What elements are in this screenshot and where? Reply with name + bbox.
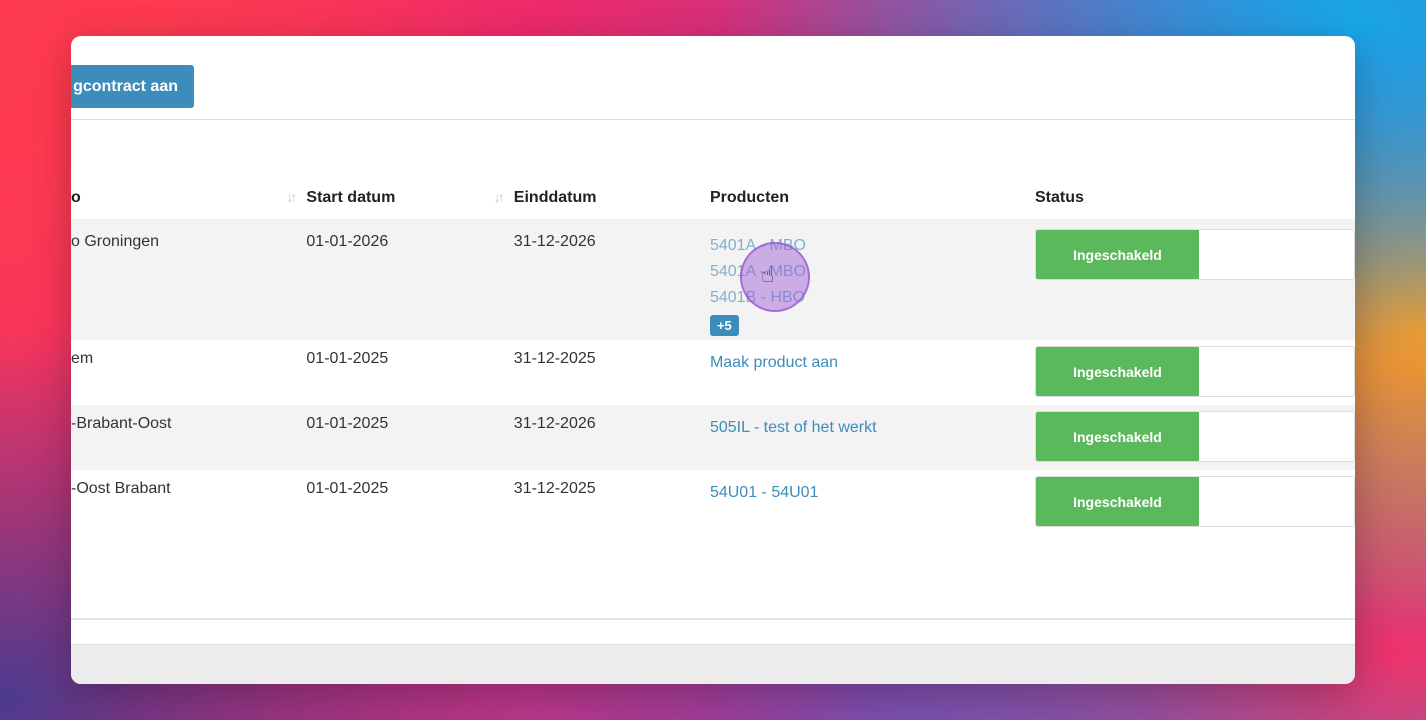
click-highlight-indicator bbox=[740, 242, 810, 312]
table-row: -Brabant-Oost 01-01-2025 31-12-2026 505I… bbox=[71, 405, 1355, 470]
column-header-end-date[interactable]: Einddatum bbox=[514, 176, 710, 219]
status-toggle-off-half bbox=[1198, 347, 1354, 396]
status-toggle[interactable]: Ingeschakeld bbox=[1034, 346, 1355, 397]
contracts-table: o ↓↑ Start datum ↓↑ Einddatum Producten … bbox=[71, 176, 1355, 535]
cell-products: 54U01 - 54U01 bbox=[709, 470, 1035, 535]
sort-arrows-icon[interactable]: ↓↑ bbox=[494, 189, 505, 205]
cell-name: -Oost Brabant bbox=[71, 470, 307, 535]
column-header-label: o bbox=[71, 188, 81, 206]
status-toggle-off-half bbox=[1198, 230, 1354, 279]
column-header-status: Status bbox=[1035, 176, 1355, 219]
status-toggle-on-label: Ingeschakeld bbox=[1035, 230, 1199, 279]
app-window: gcontract aan o ↓↑ Start datum ↓↑ Eindda… bbox=[71, 36, 1355, 684]
hand-pointer-icon: ☝ bbox=[761, 262, 775, 287]
table-header-row: o ↓↑ Start datum ↓↑ Einddatum Producten … bbox=[71, 176, 1355, 219]
more-products-badge[interactable]: +5 bbox=[709, 315, 739, 336]
status-toggle[interactable]: Ingeschakeld bbox=[1034, 476, 1355, 527]
create-product-link[interactable]: Maak product aan bbox=[710, 350, 1035, 376]
cell-status: Ingeschakeld bbox=[1034, 340, 1355, 405]
sort-arrows-icon[interactable]: ↓↑ bbox=[286, 189, 297, 205]
status-toggle-on-label: Ingeschakeld bbox=[1035, 412, 1199, 461]
table-row: em 01-01-2025 31-12-2025 Maak product aa… bbox=[71, 340, 1355, 405]
table-row: -Oost Brabant 01-01-2025 31-12-2025 54U0… bbox=[71, 470, 1355, 535]
footer-bar bbox=[71, 644, 1355, 684]
create-contract-button[interactable]: gcontract aan bbox=[71, 65, 194, 108]
cell-end-date: 31-12-2025 bbox=[513, 470, 710, 535]
cell-status: Ingeschakeld bbox=[1034, 219, 1355, 340]
cell-start-date: 01-01-2026 bbox=[306, 219, 514, 340]
product-link[interactable]: 54U01 - 54U01 bbox=[710, 480, 1035, 506]
cell-end-date: 31-12-2026 bbox=[513, 219, 710, 340]
cell-name: o Groningen bbox=[71, 219, 307, 340]
status-toggle-off-half bbox=[1198, 477, 1354, 526]
column-header-products: Producten bbox=[710, 176, 1035, 219]
cell-products: Maak product aan bbox=[709, 340, 1035, 405]
status-toggle[interactable]: Ingeschakeld bbox=[1034, 411, 1355, 462]
product-link[interactable]: 505IL - test of het werkt bbox=[710, 415, 1035, 441]
cell-name: -Brabant-Oost bbox=[71, 405, 307, 470]
column-header-label: Producten bbox=[709, 188, 790, 206]
column-header-label: Einddatum bbox=[513, 188, 597, 206]
cell-start-date: 01-01-2025 bbox=[306, 340, 514, 405]
column-header-name[interactable]: o ↓↑ bbox=[71, 176, 306, 219]
cell-start-date: 01-01-2025 bbox=[306, 470, 514, 535]
table-bottom-divider bbox=[71, 618, 1355, 620]
column-header-label: Start datum bbox=[306, 188, 396, 206]
cell-start-date: 01-01-2025 bbox=[306, 405, 514, 470]
cell-name: em bbox=[71, 340, 307, 405]
cell-end-date: 31-12-2026 bbox=[513, 405, 710, 470]
status-toggle-on-label: Ingeschakeld bbox=[1035, 477, 1199, 526]
table-row: o Groningen 01-01-2026 31-12-2026 5401A … bbox=[71, 219, 1355, 340]
cell-end-date: 31-12-2025 bbox=[513, 340, 710, 405]
cell-products: 505IL - test of het werkt bbox=[709, 405, 1035, 470]
status-toggle-on-label: Ingeschakeld bbox=[1035, 347, 1199, 396]
column-header-start-date[interactable]: Start datum ↓↑ bbox=[306, 176, 513, 219]
status-toggle[interactable]: Ingeschakeld bbox=[1034, 229, 1355, 280]
column-header-label: Status bbox=[1034, 188, 1084, 206]
status-toggle-off-half bbox=[1198, 412, 1354, 461]
toolbar: gcontract aan bbox=[71, 36, 1355, 120]
cell-status: Ingeschakeld bbox=[1034, 470, 1355, 535]
cell-status: Ingeschakeld bbox=[1034, 405, 1355, 470]
